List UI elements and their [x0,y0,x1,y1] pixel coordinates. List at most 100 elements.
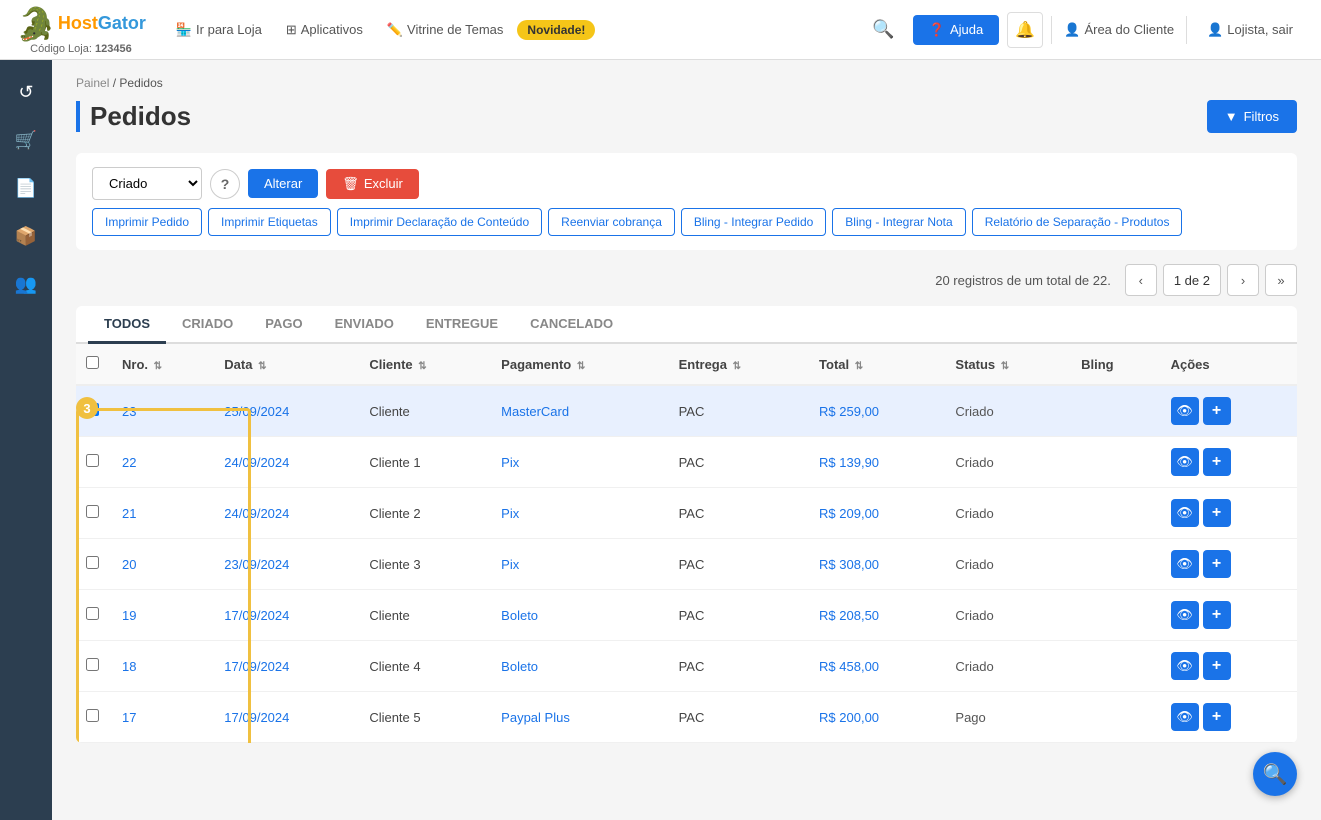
sidebar-item-catalogo[interactable]: 📄 [4,166,48,210]
header-nro[interactable]: Nro. ⇅ [112,344,214,385]
add-button-1[interactable]: + [1203,448,1231,476]
search-float-icon: 🔍 [1263,762,1288,787]
tab-criado[interactable]: CRIADO [166,306,249,344]
page-last-button[interactable]: » [1265,264,1297,296]
row-status: Criado [945,641,1071,692]
header-pagamento[interactable]: Pagamento ⇅ [491,344,668,385]
view-button-3[interactable]: 👁 [1171,550,1199,578]
row-status: Criado [945,590,1071,641]
alterar-button[interactable]: Alterar [248,169,318,198]
notification-bell[interactable]: 🔔 [1007,12,1043,48]
row-pagamento: Pix [491,539,668,590]
help-button[interactable]: ? [210,169,240,199]
logo[interactable]: 🐊 Host Gator Código Loja: 123456 [16,5,146,55]
row-nro: 21 [112,488,214,539]
excluir-button[interactable]: 🗑 Excluir [326,169,419,199]
header-entrega[interactable]: Entrega ⇅ [669,344,809,385]
view-button-1[interactable]: 👁 [1171,448,1199,476]
row-bling [1071,539,1160,590]
table-row: 18 17/09/2024 Cliente 4 Boleto PAC R$ 45… [76,641,1297,692]
row-entrega: PAC [669,385,809,437]
sort-total-icon: ⇅ [855,361,863,372]
sidebar-item-pedidos[interactable]: 🛒 [4,118,48,162]
view-button-0[interactable]: 👁 [1171,397,1199,425]
row-checkbox-6[interactable] [86,709,99,722]
breadcrumb-current: Pedidos [119,76,162,90]
row-total: R$ 259,00 [809,385,945,437]
nav-ir-para-loja[interactable]: 🏪 Ir para Loja [166,16,272,44]
view-button-4[interactable]: 👁 [1171,601,1199,629]
imprimir-declaracao-button[interactable]: Imprimir Declaração de Conteúdo [337,208,542,236]
breadcrumb-painel[interactable]: Painel [76,76,109,90]
add-button-2[interactable]: + [1203,499,1231,527]
trash-icon: 🗑 [342,176,359,192]
page-next-button[interactable]: › [1227,264,1259,296]
search-float-button[interactable]: 🔍 [1253,752,1297,796]
table-row: 21 24/09/2024 Cliente 2 Pix PAC R$ 209,0… [76,488,1297,539]
add-button-3[interactable]: + [1203,550,1231,578]
grid-icon: ⊞ [286,22,297,38]
view-button-5[interactable]: 👁 [1171,652,1199,680]
imprimir-etiquetas-button[interactable]: Imprimir Etiquetas [208,208,331,236]
row-entrega: PAC [669,539,809,590]
page-header: Pedidos ▼ Filtros [76,100,1297,133]
add-button-5[interactable]: + [1203,652,1231,680]
question-mark-icon: ? [221,176,230,192]
header-data[interactable]: Data ⇅ [214,344,359,385]
header-cliente[interactable]: Cliente ⇅ [359,344,491,385]
row-checkbox-3[interactable] [86,556,99,569]
row-data: 24/09/2024 [214,488,359,539]
row-total: R$ 209,00 [809,488,945,539]
sort-data-icon: ⇅ [258,361,266,372]
bling-integrar-pedido-button[interactable]: Bling - Integrar Pedido [681,208,826,236]
status-select[interactable]: Criado Pago Enviado Entregue Cancelado [92,167,202,200]
add-button-0[interactable]: + [1203,397,1231,425]
row-entrega: PAC [669,692,809,743]
row-cliente: Cliente 3 [359,539,491,590]
area-do-cliente-link[interactable]: 👤 Área do Cliente [1051,16,1187,44]
row-checkbox-1[interactable] [86,454,99,467]
select-all-checkbox[interactable] [86,356,99,369]
nav-vitrine-temas[interactable]: ✏️ Vitrine de Temas [377,16,514,44]
nav-aplicativos[interactable]: ⊞ Aplicativos [276,16,373,44]
sidebar-item-estoque[interactable]: 📦 [4,214,48,258]
reenviar-cobranca-button[interactable]: Reenviar cobrança [548,208,675,236]
row-pagamento: MasterCard [491,385,668,437]
row-pagamento: Pix [491,437,668,488]
tab-todos[interactable]: TODOS [88,306,166,344]
novidade-badge[interactable]: Novidade! [517,20,595,40]
header-status[interactable]: Status ⇅ [945,344,1071,385]
row-checkbox-5[interactable] [86,658,99,671]
sidebar: ↺ 🛒 📄 📦 👥 [0,60,52,820]
header-total[interactable]: Total ⇅ [809,344,945,385]
search-button[interactable]: 🔍 [862,13,904,46]
bling-integrar-nota-button[interactable]: Bling - Integrar Nota [832,208,965,236]
tab-pago[interactable]: PAGO [249,306,318,344]
tab-cancelado[interactable]: CANCELADO [514,306,629,344]
ajuda-button[interactable]: ❓ Ajuda [913,15,999,45]
sidebar-item-dashboard[interactable]: ↺ [4,70,48,114]
row-checkbox-4[interactable] [86,607,99,620]
table-row: 23 25/09/2024 Cliente MasterCard PAC R$ … [76,385,1297,437]
top-navigation: 🐊 Host Gator Código Loja: 123456 🏪 Ir pa… [0,0,1321,60]
sort-pagamento-icon: ⇅ [577,361,585,372]
page-prev-button[interactable]: ‹ [1125,264,1157,296]
row-checkbox-cell [76,590,112,641]
sort-cliente-icon: ⇅ [418,361,426,372]
lojista-menu[interactable]: 👤 Lojista, sair [1195,16,1305,44]
add-button-4[interactable]: + [1203,601,1231,629]
filtros-button[interactable]: ▼ Filtros [1207,100,1297,133]
tab-enviado[interactable]: ENVIADO [319,306,410,344]
row-checkbox-2[interactable] [86,505,99,518]
row-checkbox-0[interactable] [86,403,99,416]
add-button-6[interactable]: + [1203,703,1231,731]
view-button-6[interactable]: 👁 [1171,703,1199,731]
relatorio-separacao-button[interactable]: Relatório de Separação - Produtos [972,208,1183,236]
row-nro: 23 [112,385,214,437]
imprimir-pedido-button[interactable]: Imprimir Pedido [92,208,202,236]
header-bling: Bling [1071,344,1160,385]
view-button-2[interactable]: 👁 [1171,499,1199,527]
tab-entregue[interactable]: ENTREGUE [410,306,514,344]
sidebar-item-clientes[interactable]: 👥 [4,262,48,306]
row-checkbox-cell [76,539,112,590]
